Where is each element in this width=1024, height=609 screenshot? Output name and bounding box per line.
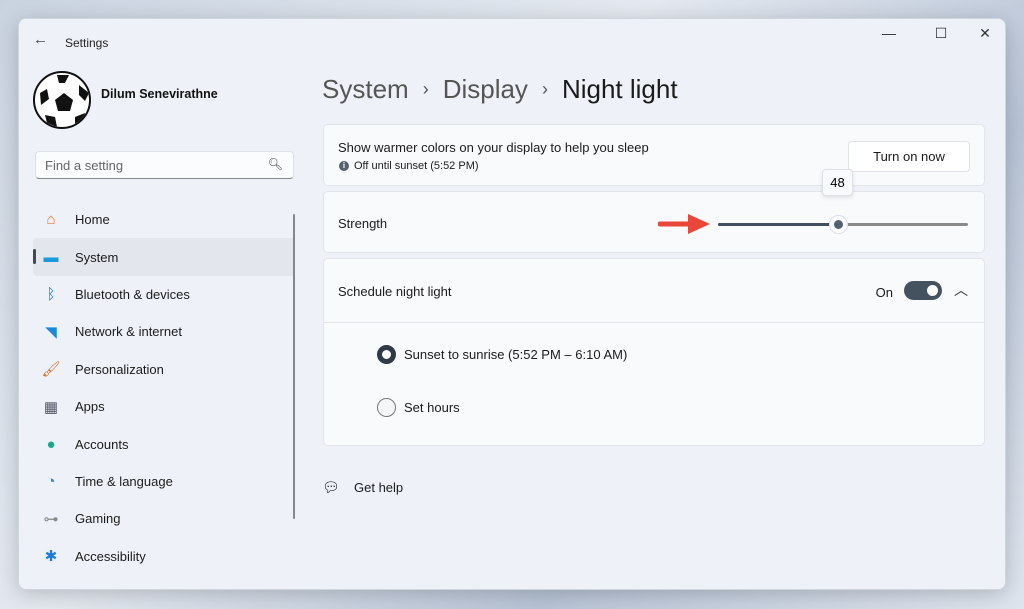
strength-label: Strength: [338, 216, 388, 231]
sidebar-item-personalization[interactable]: 🖌︎ Personalization: [33, 351, 295, 388]
avatar[interactable]: [33, 71, 91, 129]
home-icon: ⌂: [46, 211, 56, 229]
night-light-status: Off until sunset (5:52 PM): [354, 160, 479, 172]
breadcrumb: System › Display › Night light: [322, 74, 678, 105]
maximize-button[interactable]: ☐: [921, 25, 961, 42]
schedule-toggle[interactable]: [904, 281, 942, 300]
accessibility-icon: ✱: [44, 548, 58, 566]
chevron-right-icon: ›: [422, 79, 429, 99]
sidebar-item-gaming[interactable]: ⊶ Gaming: [33, 500, 295, 537]
sidebar-item-apps[interactable]: ▦ Apps: [33, 388, 295, 425]
sidebar-item-system[interactable]: ▬ System: [33, 238, 295, 276]
search-placeholder: Find a setting: [45, 158, 124, 173]
sidebar-item-label: System: [75, 249, 119, 265]
search-input[interactable]: Find a setting 🔍︎: [35, 151, 294, 179]
system-icon: ▬: [43, 248, 59, 266]
back-arrow-icon[interactable]: ←: [33, 31, 48, 48]
turn-on-now-button[interactable]: Turn on now: [848, 141, 970, 172]
radio-set-hours[interactable]: [377, 398, 396, 417]
window-title: Settings: [65, 36, 109, 50]
strength-card: Strength: [323, 191, 985, 253]
chevron-right-icon: ›: [541, 79, 548, 99]
get-help-link[interactable]: Get help: [354, 480, 403, 495]
breadcrumb-display[interactable]: Display: [443, 74, 528, 105]
user-name: Dilum Senevirathne: [101, 87, 218, 101]
night-light-description: Show warmer colors on your display to he…: [338, 140, 649, 155]
sidebar-item-label: Time & language: [75, 473, 173, 489]
apps-icon: ▦: [43, 398, 59, 416]
schedule-state: On: [875, 285, 893, 300]
sidebar-item-label: Apps: [75, 399, 105, 415]
bluetooth-icon: ᛒ: [46, 285, 56, 303]
slider-thumb[interactable]: [829, 215, 848, 234]
sidebar-item-label: Gaming: [75, 511, 121, 527]
settings-window: ← Settings — ☐ ✕ Dilum Senevirathne Find…: [18, 18, 1006, 590]
option-sunset-label[interactable]: Sunset to sunrise (5:52 PM – 6:10 AM): [404, 347, 627, 362]
night-light-card: Show warmer colors on your display to he…: [323, 124, 985, 186]
sidebar-item-label: Home: [75, 212, 110, 228]
breadcrumb-system[interactable]: System: [322, 74, 409, 105]
accounts-icon: ●: [46, 435, 56, 453]
get-help-icon: 💬︎: [322, 479, 340, 495]
sidebar-item-accessibility[interactable]: ✱ Accessibility: [33, 538, 295, 575]
red-arrow-annotation: [658, 214, 710, 234]
clock-globe-icon: ◔: [46, 472, 56, 490]
schedule-card: Schedule night light On ︿ Sunset to sunr…: [323, 258, 985, 446]
sidebar-item-accounts[interactable]: ● Accounts: [33, 425, 295, 462]
minimize-button[interactable]: —: [869, 25, 909, 41]
schedule-header[interactable]: Schedule night light On ︿: [324, 259, 984, 323]
slider-fill: [718, 223, 838, 226]
radio-sunset-to-sunrise[interactable]: [377, 345, 396, 364]
close-button[interactable]: ✕: [965, 25, 1005, 42]
wifi-icon: ◥: [45, 323, 57, 341]
gamepad-icon: ⊶: [43, 510, 59, 528]
sidebar-item-network-internet[interactable]: ◥ Network & internet: [33, 313, 295, 350]
chevron-up-icon[interactable]: ︿: [954, 280, 968, 300]
search-icon[interactable]: 🔍︎: [268, 157, 283, 171]
sidebar-item-bluetooth-devices[interactable]: ᛒ Bluetooth & devices: [33, 276, 295, 313]
brush-icon: 🖌︎: [41, 361, 61, 379]
sidebar-item-label: Bluetooth & devices: [75, 286, 190, 302]
option-set-hours-label[interactable]: Set hours: [404, 400, 460, 415]
strength-slider[interactable]: [718, 215, 968, 234]
page-title: Night light: [561, 74, 678, 104]
schedule-label: Schedule night light: [338, 284, 452, 299]
sidebar-item-label: Accessibility: [75, 548, 146, 564]
slider-value-tooltip: 48: [822, 169, 853, 196]
sidebar-item-label: Accounts: [75, 436, 129, 452]
sidebar-item-time-language[interactable]: ◔ Time & language: [33, 463, 295, 500]
sidebar-scrollbar[interactable]: [293, 214, 295, 519]
sidebar-item-label: Network & internet: [75, 324, 182, 340]
sidebar-item-home[interactable]: ⌂ Home: [33, 201, 295, 238]
sidebar-nav: ⌂ Home ▬ System ᛒ Bluetooth & devices ◥ Network…: [33, 201, 295, 575]
info-icon: i: [339, 161, 349, 171]
sidebar-item-label: Personalization: [75, 361, 164, 377]
